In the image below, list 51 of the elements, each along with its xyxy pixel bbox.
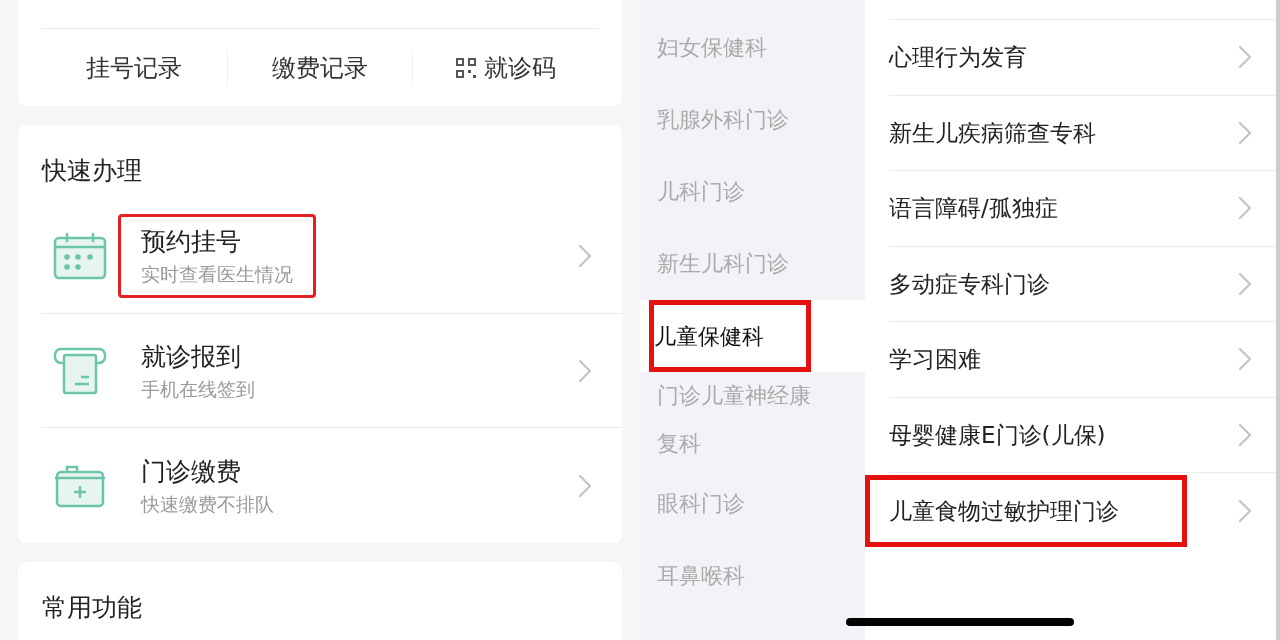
item-subtitle: 实时查看医生情况: [141, 261, 293, 287]
ticket-printer-icon: [53, 346, 107, 395]
chevron-right-icon: [1238, 45, 1252, 70]
chevron-right-icon: [1238, 196, 1252, 221]
record-link[interactable]: 挂号记录: [86, 49, 183, 86]
item-title: 预约挂号: [141, 225, 242, 258]
department-label: 乳腺外科门诊: [657, 106, 789, 134]
clinic-label: 儿童食物过敏护理门诊: [889, 496, 1119, 526]
chevron-right-icon: [578, 473, 592, 498]
item-title: 门诊缴费: [141, 455, 242, 488]
department-item[interactable]: 儿童保健科: [640, 300, 865, 372]
clinic-label: 心理行为发育: [889, 44, 1027, 70]
department-label: 儿童保健科: [654, 322, 764, 351]
record-link[interactable]: 缴费记录: [272, 49, 368, 86]
department-label: 新生儿科门诊: [657, 250, 789, 278]
chevron-right-icon: [578, 358, 592, 383]
clinic-label: 新生儿疾病筛查专科: [889, 119, 1096, 146]
section-title: 快速办理: [40, 155, 143, 187]
calendar-icon: [53, 231, 107, 280]
chevron-right-icon: [1238, 120, 1252, 145]
chevron-right-icon: [1238, 347, 1252, 372]
department-label: 耳鼻喉科: [657, 562, 745, 590]
section-title: 常用功能: [42, 592, 143, 624]
chevron-right-icon: [1238, 422, 1252, 447]
clinic-label: 多动症专科门诊: [889, 270, 1050, 297]
clinic-row[interactable]: 学习困难: [865, 322, 1276, 398]
department-label: 门诊儿童神经康复科: [657, 382, 812, 458]
record-link[interactable]: 就诊码: [455, 49, 556, 86]
item-subtitle: 快速缴费不排队: [141, 491, 275, 517]
service-row[interactable]: 就诊报到 手机在线签到: [42, 313, 622, 429]
clinic-row[interactable]: 母婴健康E门诊(儿保): [865, 397, 1276, 473]
clinic-row[interactable]: 心理行为发育: [865, 20, 1276, 96]
item-title: 就诊报到: [141, 340, 242, 373]
clinic-label: 学习困难: [889, 346, 981, 372]
qr-code-icon: [455, 57, 476, 78]
chevron-right-icon: [578, 243, 592, 268]
item-subtitle: 手机在线签到: [141, 376, 256, 402]
clinic-row[interactable]: 新生儿疾病筛查专科: [865, 95, 1276, 171]
service-row[interactable]: 预约挂号 实时查看医生情况: [42, 199, 622, 314]
clinic-row[interactable]: 多动症专科门诊: [865, 246, 1276, 322]
clinic-label: 语言障碍/孤独症: [889, 195, 1058, 221]
chevron-right-icon: [1238, 498, 1252, 523]
department-label: 眼科门诊: [657, 490, 745, 518]
clinic-label: 母婴健康E门诊(儿保): [889, 421, 1106, 448]
clinic-row[interactable]: 儿童食物过敏护理门诊: [865, 473, 1276, 549]
department-label: 妇女保健科: [657, 34, 767, 62]
clinic-row[interactable]: 语言障碍/孤独症: [865, 171, 1276, 247]
chevron-right-icon: [1238, 271, 1252, 296]
medical-box-icon: [53, 463, 107, 508]
service-row[interactable]: 门诊缴费 快速缴费不排队: [42, 428, 622, 543]
department-label: 儿科门诊: [657, 178, 745, 206]
